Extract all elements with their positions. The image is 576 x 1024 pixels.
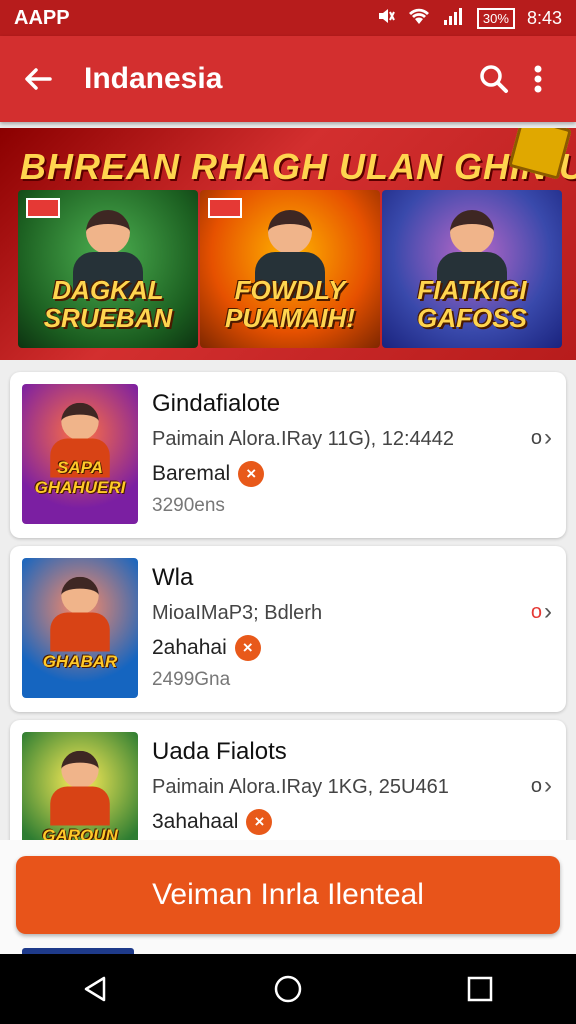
promo-banner[interactable]: BHREAN RHAGH ULAN GHIN UN DAGKAL SRUEBAN… <box>0 128 576 360</box>
close-badge-icon: × <box>238 461 265 487</box>
battery-indicator: 30% <box>476 7 515 29</box>
list-item[interactable]: GHABAR Wla MioaIMaP3; Bdlerh 2ahahai × 2… <box>10 546 566 712</box>
tile-badge <box>26 198 60 218</box>
status-dot-icon: o <box>530 426 542 449</box>
banner-tile[interactable]: FIATKIGI GAFOSS <box>382 190 562 348</box>
chevron-right-icon[interactable]: o › <box>531 598 552 626</box>
status-icons: 30% 8:43 <box>375 7 562 30</box>
banner-tiles: DAGKAL SRUEBAN FOWDLY PUAMAIH! FIATKIGI … <box>18 190 562 348</box>
character-art <box>50 750 110 828</box>
banner-headline: BHREAN RHAGH ULAN GHIN UN <box>20 146 576 187</box>
tile-badge <box>208 198 242 218</box>
status-dot-icon: o <box>530 774 542 797</box>
list-item[interactable]: SAPA GHAHUERI Gindafialote Paimain Alora… <box>10 372 566 538</box>
game-info: Gindafialote Paimain Alora.IRay 11G), 12… <box>152 390 516 517</box>
primary-action-button[interactable]: Veiman Inrla Ilenteal <box>16 856 560 934</box>
search-icon[interactable] <box>472 57 516 101</box>
chevron-right-icon[interactable]: o › <box>531 772 552 800</box>
tile-label: FOWDLY PUAMAIH! <box>225 275 355 333</box>
banner-tile[interactable]: FOWDLY PUAMAIH! <box>200 190 380 348</box>
system-nav-bar <box>0 954 576 1024</box>
page-title: Indanesia <box>84 62 223 95</box>
game-thumbnail: SAPA GHAHUERI <box>22 384 138 524</box>
thumbnail-label: SAPA GHAHUERI <box>34 458 126 497</box>
status-app-label: AAPP <box>14 6 70 29</box>
status-dot-icon: o <box>530 600 542 623</box>
app-bar: Indanesia <box>0 36 576 122</box>
tag-row: 2ahahai × <box>152 635 516 661</box>
game-thumbnail: GHABAR <box>22 558 138 698</box>
wifi-icon <box>407 7 431 30</box>
game-subtitle: MioaIMaP3; Bdlerh <box>152 602 323 624</box>
status-time: 8:43 <box>526 7 562 28</box>
nav-home-icon[interactable] <box>258 959 318 1019</box>
status-bar: AAPP 30% 8:43 <box>0 0 576 36</box>
game-name: Uada Fialots <box>152 738 287 765</box>
game-subtitle: Paimain Alora.IRay 11G), 12:4442 <box>152 428 455 450</box>
back-arrow-icon[interactable] <box>16 57 60 101</box>
character-art <box>50 576 110 654</box>
nav-recents-icon[interactable] <box>450 959 510 1019</box>
game-tag: 2ahahai <box>152 636 227 659</box>
tag-row: Baremal × <box>152 461 516 487</box>
thumbnail-label: GHABAR <box>42 652 118 671</box>
tag-row: 3ahahaal × <box>152 809 516 835</box>
game-list: SAPA GHAHUERI Gindafialote Paimain Alora… <box>10 372 566 894</box>
game-tag: Baremal <box>152 462 231 485</box>
game-name: Gindafialote <box>152 390 281 417</box>
signal-icon <box>443 7 465 30</box>
game-info: Wla MioaIMaP3; Bdlerh 2ahahai × 2499Gna <box>152 564 516 691</box>
banner-tile[interactable]: DAGKAL SRUEBAN <box>18 190 198 348</box>
tile-label: DAGKAL SRUEBAN <box>43 275 173 333</box>
more-vert-icon[interactable] <box>516 57 560 101</box>
close-badge-icon: × <box>234 635 261 661</box>
game-count: 2499Gna <box>152 669 231 690</box>
nav-back-icon[interactable] <box>66 959 126 1019</box>
tile-label: FIATKIGI GAFOSS <box>417 275 527 333</box>
game-subtitle: Paimain Alora.IRay 1KG, 25U461 <box>152 776 449 798</box>
cta-container: Veiman Inrla Ilenteal <box>0 840 576 954</box>
notification-mute-icon <box>375 7 395 30</box>
game-tag: 3ahahaal <box>152 810 239 833</box>
game-count: 3290ens <box>152 495 225 516</box>
chevron-right-icon[interactable]: o › <box>531 424 552 452</box>
close-badge-icon: × <box>246 809 273 835</box>
game-info: Uada Fialots Paimain Alora.IRay 1KG, 25U… <box>152 738 516 843</box>
game-name: Wla <box>152 564 194 591</box>
